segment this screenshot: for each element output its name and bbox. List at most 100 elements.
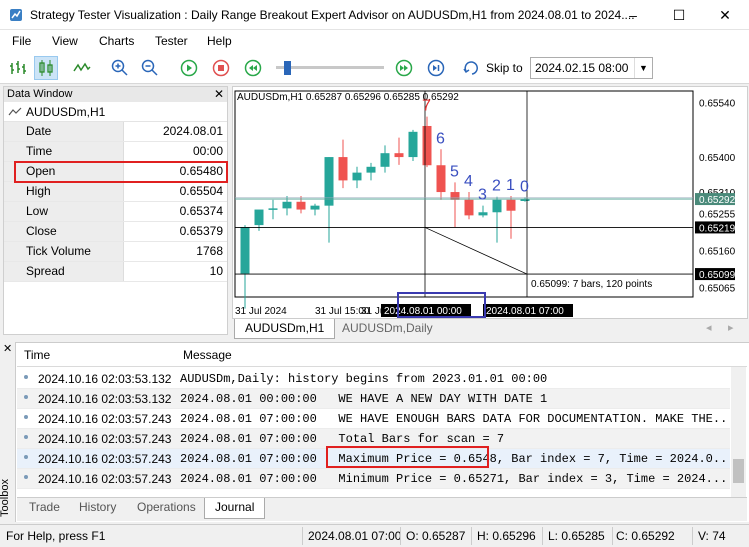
- log-dot-icon: [24, 475, 28, 479]
- candle-body: [506, 199, 516, 211]
- zoom-out-button[interactable]: [138, 56, 162, 80]
- journal-message: 2024.08.01 07:00:00 WE HAVE ENOUGH BARS …: [180, 412, 728, 426]
- data-row-spread: Spread 10: [4, 262, 227, 282]
- data-row-value: 0.65379: [179, 224, 223, 238]
- tab-operations[interactable]: Operations: [127, 498, 206, 519]
- bar-chart-button[interactable]: [6, 56, 30, 80]
- open-highlight-box: [14, 161, 228, 183]
- journal-row[interactable]: 2024.10.16 02:03:57.243 2024.08.01 07:00:…: [17, 469, 730, 489]
- step-forward-button[interactable]: [424, 56, 448, 80]
- status-bar: For Help, press F1 2024.08.01 07:00 O: 0…: [0, 524, 749, 547]
- data-window-header: Data Window ✕: [4, 87, 227, 102]
- data-row-close: Close 0.65379: [4, 222, 227, 242]
- journal-time: 2024.10.16 02:03:57.243: [38, 472, 172, 486]
- chevron-down-icon[interactable]: ▼: [634, 58, 652, 78]
- toolbox-sidebar[interactable]: ✕ Toolbox: [0, 342, 16, 522]
- chart-area[interactable]: AUDUSDm,H1 0.65287 0.65296 0.65285 0.652…: [232, 86, 748, 336]
- data-row-date: Date 2024.08.01: [4, 122, 227, 142]
- tab-journal[interactable]: Journal: [204, 498, 266, 519]
- data-row-low: Low 0.65374: [4, 202, 227, 222]
- line-chart-button[interactable]: [70, 56, 94, 80]
- tab-history[interactable]: History: [69, 498, 126, 519]
- tab-audusdm-daily[interactable]: AUDUSDm,Daily: [332, 319, 443, 339]
- speed-slider-track: [276, 66, 384, 69]
- journal-scrollbar[interactable]: [731, 367, 746, 497]
- price-chart[interactable]: AUDUSDm,H1 0.65287 0.65296 0.65285 0.652…: [233, 87, 747, 319]
- slow-down-button[interactable]: [241, 56, 265, 80]
- data-row-value: 1768: [196, 244, 223, 258]
- time-highlight-box: [397, 292, 486, 318]
- data-window-symbol: AUDUSDm,H1: [4, 102, 227, 122]
- data-row-time: Time 00:00: [4, 142, 227, 162]
- candle-body: [296, 201, 306, 210]
- column-time[interactable]: Time: [24, 348, 50, 362]
- bar-number-label: 5: [450, 163, 459, 180]
- price-axis-label: 0.65255: [699, 209, 736, 220]
- data-row-key: High: [4, 182, 124, 201]
- tab-trade[interactable]: Trade: [19, 498, 70, 519]
- menu-charts[interactable]: Charts: [99, 34, 134, 48]
- status-time: 2024.08.01 07:00: [308, 529, 402, 543]
- menu-view[interactable]: View: [52, 34, 78, 48]
- log-dot-icon: [24, 395, 28, 399]
- column-message[interactable]: Message: [183, 348, 232, 362]
- price-tag-label: 0.65292: [699, 195, 736, 206]
- data-row-key: Low: [4, 202, 124, 221]
- chevron-right-icon[interactable]: ▸: [728, 321, 734, 334]
- speed-slider[interactable]: [276, 61, 384, 75]
- data-row-key: Time: [4, 142, 124, 161]
- tab-audusdm-h1[interactable]: AUDUSDm,H1: [234, 319, 336, 339]
- candle-body: [352, 172, 362, 181]
- symbol-label: AUDUSDm,H1: [26, 105, 106, 119]
- zoom-in-button[interactable]: [108, 56, 132, 80]
- window-title: Strategy Tester Visualization : Daily Ra…: [30, 8, 635, 22]
- skip-to-icon: [463, 61, 478, 75]
- stop-icon: [212, 59, 230, 77]
- bar-number-label: 3: [478, 187, 487, 204]
- stop-button[interactable]: [209, 56, 233, 80]
- candlestick-button[interactable]: [34, 56, 58, 80]
- menu-help[interactable]: Help: [207, 34, 232, 48]
- candle-body: [394, 153, 404, 158]
- log-dot-icon: [24, 415, 28, 419]
- scrollbar-thumb[interactable]: [733, 459, 744, 483]
- time-tag-label: 2024.08.01 07:00: [486, 306, 564, 317]
- close-button[interactable]: ✕: [702, 0, 748, 30]
- zoom-out-icon: [141, 59, 158, 76]
- fast-forward-button[interactable]: [392, 56, 416, 80]
- journal-row[interactable]: 2024.10.16 02:03:57.243 2024.08.01 07:00:…: [17, 409, 730, 429]
- measure-label: 0.65099: 7 bars, 120 points: [531, 279, 652, 290]
- menu-file[interactable]: File: [12, 34, 31, 48]
- price-axis-label: 0.65540: [699, 99, 736, 110]
- minimize-button[interactable]: –: [610, 0, 656, 30]
- candle-body: [282, 201, 292, 209]
- close-icon[interactable]: ✕: [214, 87, 224, 102]
- journal-message: 2024.08.01 00:00:00 WE HAVE A NEW DAY WI…: [180, 392, 548, 406]
- menu-tester[interactable]: Tester: [155, 34, 188, 48]
- chevron-left-icon[interactable]: ◂: [706, 321, 712, 334]
- close-icon[interactable]: ✕: [3, 342, 12, 355]
- journal-row[interactable]: 2024.10.16 02:03:53.132 2024.08.01 00:00:…: [17, 389, 730, 409]
- play-button[interactable]: [177, 56, 201, 80]
- maximize-button[interactable]: ☐: [656, 0, 702, 30]
- status-close: C: 0.65292: [616, 529, 675, 543]
- candle-body: [268, 208, 278, 210]
- skip-to-label: Skip to: [486, 61, 523, 75]
- bar-chart-icon: [10, 61, 26, 74]
- speed-slider-thumb[interactable]: [284, 61, 291, 75]
- line-chart-icon: [8, 107, 22, 116]
- data-row-key: Date: [4, 122, 124, 141]
- skip-to-date-value: 2024.02.15 08:00: [535, 61, 629, 75]
- measure-diagonal: [424, 227, 528, 275]
- skip-to-icon-button[interactable]: [460, 56, 484, 80]
- skip-to-date-input[interactable]: 2024.02.15 08:00 ▼: [530, 57, 653, 79]
- data-row-high: High 0.65504: [4, 182, 227, 202]
- bar-number-label: 2: [492, 178, 501, 195]
- journal-message: AUDUSDm,Daily: history begins from 2023.…: [180, 372, 548, 386]
- candle-body: [422, 125, 432, 166]
- journal-row[interactable]: 2024.10.16 02:03:53.132 AUDUSDm,Daily: hi…: [17, 369, 730, 389]
- title-bar: Strategy Tester Visualization : Daily Ra…: [0, 0, 749, 30]
- rewind-icon: [244, 59, 262, 77]
- journal-time: 2024.10.16 02:03:53.132: [38, 372, 172, 386]
- app-icon: [10, 9, 22, 21]
